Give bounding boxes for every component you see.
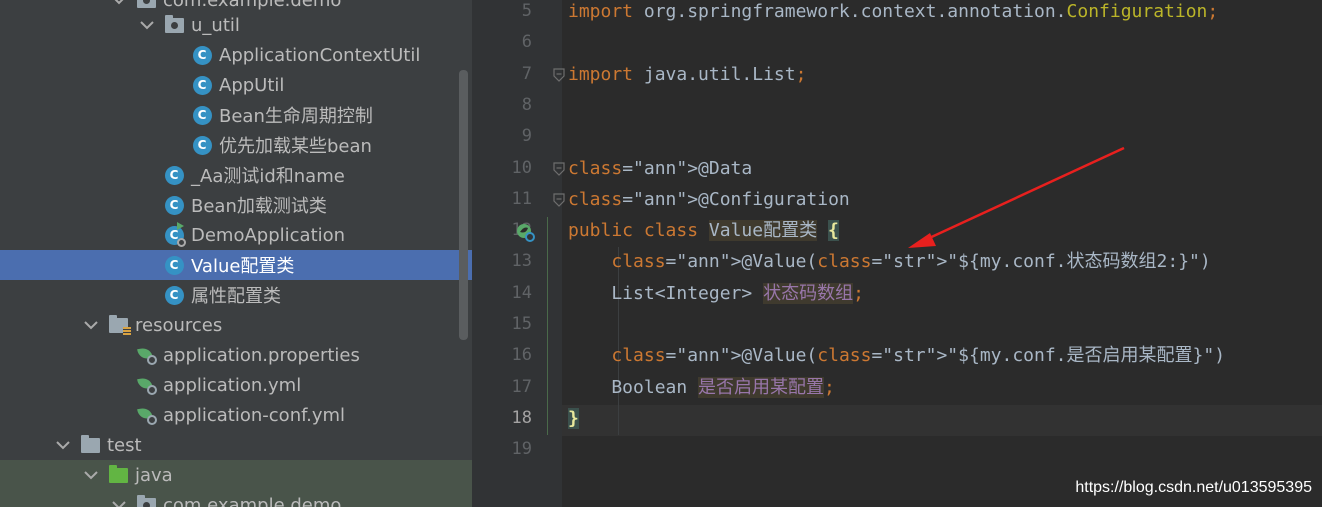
class-icon: C [164,255,184,275]
tree-row-label: application-conf.yml [163,404,346,426]
spring-bean-gutter-icon[interactable] [515,222,535,242]
tree-row[interactable]: C Bean生命周期控制 [0,100,472,130]
chevron-down-icon[interactable] [112,498,126,507]
tree-row[interactable]: com.example.demo [0,490,472,507]
code-line[interactable]: } [568,403,579,434]
tree-row-label: Bean生命周期控制 [219,106,373,127]
tree-row[interactable]: application.properties [0,340,472,370]
tree-row[interactable]: test [0,430,472,460]
tree-row[interactable]: C Value配置类 [0,250,472,280]
tree-row-label: Bean加载测试类 [191,196,327,217]
code-line[interactable]: class="ann">@Data [568,153,752,184]
test-folder-icon [108,464,128,485]
tree-row[interactable]: u_util [0,10,472,40]
tree-row-label: application.yml [163,374,302,396]
class-icon: C [164,165,184,185]
tree-row-label: Value配置类 [191,256,295,277]
tree-scrollbar[interactable] [459,70,468,340]
line-number: 8 [521,94,532,115]
tree-row[interactable]: C 属性配置类 [0,280,472,310]
line-number: 14 [511,282,532,303]
line-number: 19 [511,439,532,460]
tree-row-label: 属性配置类 [191,286,281,307]
class-icon: C [192,135,212,155]
tree-row-label: resources [135,314,223,336]
tree-row-label: ApplicationContextUtil [219,44,421,66]
tree-row-label: com.example.demo [163,494,342,507]
class-icon: C [164,195,184,215]
line-number: 7 [521,63,532,84]
chevron-down-icon[interactable] [56,438,70,452]
tree-row-label: DemoApplication [191,224,346,246]
tree-row-label: AppUtil [219,74,285,96]
spring-config-icon [136,405,157,425]
chevron-down-icon[interactable] [140,18,154,32]
folder-icon [80,434,100,455]
tree-row-label: application.properties [163,344,360,366]
class-icon: C [192,75,212,95]
code-line[interactable]: import java.util.List; [568,59,806,90]
chevron-down-icon[interactable] [112,0,126,7]
line-number: 16 [511,345,532,366]
code-line[interactable]: class="ann">@Value(class="str">"${my.con… [568,246,1210,277]
tree-row[interactable]: C Bean加载测试类 [0,190,472,220]
scope-indicator-line [547,217,548,435]
tree-row-label: _Aa测试id和name [191,166,345,187]
code-line[interactable]: public class Value配置类 { [568,215,839,246]
watermark-text: https://blog.csdn.net/u013595395 [1075,479,1312,496]
tree-row-label: test [107,434,142,456]
fold-marker-icon[interactable] [553,193,565,207]
tree-row[interactable]: C DemoApplication [0,220,472,250]
tree-row[interactable]: C ApplicationContextUtil [0,40,472,70]
package-icon [136,0,156,10]
spring-config-icon [136,345,157,365]
line-number: 15 [511,314,532,334]
editor-gutter: 5678910111213141516171819 [472,0,565,507]
chevron-down-icon[interactable] [84,318,98,332]
package-icon [164,14,184,35]
tree-row[interactable]: C AppUtil [0,70,472,100]
line-number: 6 [521,32,532,53]
tree-row-label: 优先加载某些bean [219,136,372,157]
tree-row-label: u_util [191,14,240,36]
line-number: 5 [521,1,532,21]
tree-row[interactable]: C _Aa测试id和name [0,160,472,190]
class-icon: C [192,45,212,65]
fold-marker-icon[interactable] [553,161,565,176]
current-line-highlight [562,405,1322,436]
tree-row[interactable]: C 优先加载某些bean [0,130,472,160]
code-line[interactable]: List<Integer> 状态码数组; [568,278,864,309]
tree-row[interactable]: resources [0,310,472,340]
class-icon: C [192,105,212,125]
tree-row[interactable]: application-conf.yml [0,400,472,430]
tree-row[interactable]: application.yml [0,370,472,400]
tree-row-label: java [135,464,173,486]
code-line[interactable]: class="ann">@Value(class="str">"${my.con… [568,340,1225,371]
chevron-down-icon[interactable] [84,468,98,482]
line-number: 10 [511,157,532,178]
line-number: 9 [521,126,532,147]
package-icon [136,494,156,507]
code-line[interactable]: class="ann">@Configuration [568,184,850,215]
spring-boot-class-icon: C [164,225,184,245]
code-editor[interactable]: 5678910111213141516171819 import org.spr… [472,0,1322,507]
code-line[interactable]: import org.springframework.context.annot… [568,0,1218,27]
line-number: 11 [511,188,532,209]
line-number: 17 [511,376,532,397]
tree-row[interactable]: java [0,460,472,490]
fold-marker-icon[interactable] [553,67,565,82]
line-number: 13 [511,251,532,272]
tree-row-label: com.example.demo [163,0,342,11]
code-line[interactable]: Boolean 是否启用某配置; [568,372,835,403]
project-tree-panel: com.example.demo u_util C ApplicationContex… [0,0,472,507]
class-icon: C [164,285,184,305]
resources-folder-icon [108,314,131,336]
spring-config-icon [136,375,157,395]
line-number: 18 [511,407,532,428]
